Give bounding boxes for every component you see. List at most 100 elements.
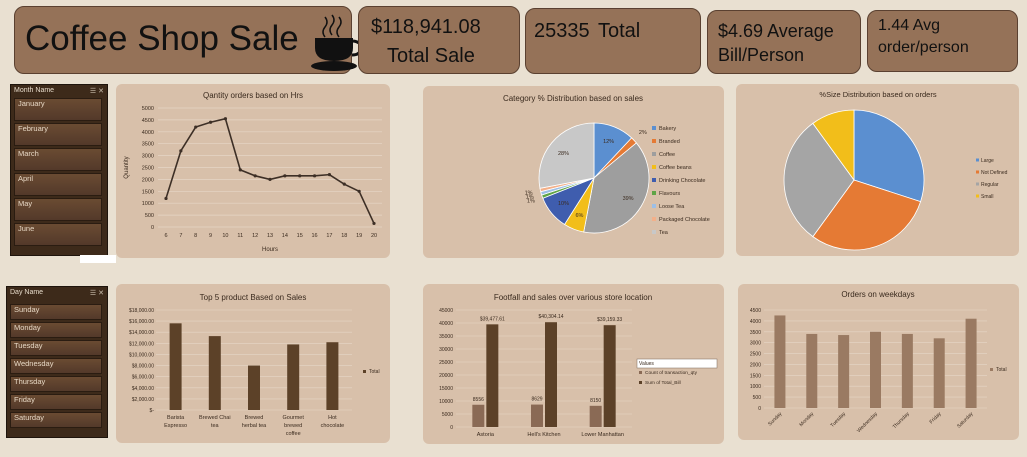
y-tick-label: 500	[753, 395, 762, 401]
data-point	[327, 173, 332, 177]
weekdays-chart-panel: Orders on weekdays 0 500 1000 1500 2000 2500 30…	[738, 284, 1019, 440]
x-tick-label: Tuesday	[829, 411, 847, 429]
legend-swatch	[652, 191, 656, 195]
x-tick-label: 19	[356, 233, 362, 239]
avg-order-card: 1.44 Avg order/person	[867, 10, 1018, 72]
x-tick-label: 13	[267, 233, 273, 239]
data-label: 8150	[590, 398, 601, 404]
avg-bill-card: $4.69 Average Bill/Person	[707, 10, 861, 74]
x-tick-label: Lower Manhattan	[581, 432, 624, 438]
slicer-item-february[interactable]: February	[14, 123, 102, 146]
legend-label: Sum of Total_Bill	[645, 380, 681, 386]
data-point	[179, 149, 183, 153]
data-point	[312, 174, 317, 178]
y-tick-label: 30000	[439, 347, 453, 353]
legend-label: Branded	[659, 139, 680, 145]
legend-label: Small	[981, 194, 994, 200]
bar	[965, 318, 977, 408]
data-label: 28%	[558, 151, 569, 157]
slicer-item-sunday[interactable]: Sunday	[10, 304, 102, 320]
x-tick-label: 9	[209, 233, 212, 239]
bar	[326, 342, 339, 410]
data-label: $39,159.33	[597, 317, 622, 323]
legend-swatch	[652, 152, 656, 156]
total-sale-label: Total Sale	[387, 45, 475, 67]
chart-title: Top 5 product Based on Sales	[200, 293, 307, 302]
slicer-item-friday[interactable]: Friday	[10, 394, 102, 410]
y-tick-label: 3500	[750, 330, 761, 336]
bar	[774, 315, 786, 408]
x-tick-label: Saturday	[956, 411, 975, 430]
slicer-item-january[interactable]: January	[14, 98, 102, 121]
y-tick-label: $12,000.00	[129, 341, 154, 347]
chart-title: %Size Distribution based on orders	[819, 90, 936, 99]
x-tick-label: 10	[222, 233, 228, 239]
x-tick-label: chocolate	[321, 423, 345, 429]
x-tick-label: Brewed Chai	[199, 415, 231, 421]
data-point	[208, 120, 213, 124]
hours-chart-panel: Qantity orders based on Hrs 0 500 1000 1500 2…	[116, 84, 390, 258]
legend-label: Large	[981, 158, 994, 164]
data-point	[253, 174, 257, 178]
data-label: 1%	[525, 191, 533, 197]
legend-swatch	[652, 139, 656, 143]
total-orders-value: 25335	[534, 20, 590, 42]
footfall-chart-panel: Footfall and sales over various store lo…	[423, 284, 724, 444]
x-tick-label: 11	[237, 233, 243, 239]
bar	[531, 404, 543, 427]
slicer-item-saturday[interactable]: Saturday	[10, 412, 102, 428]
data-point	[298, 174, 302, 178]
data-label: 12%	[603, 139, 614, 145]
y-tick-label: 45000	[439, 308, 453, 314]
slicer-item-may[interactable]: May	[14, 198, 102, 221]
legend-label: Tea	[659, 230, 669, 236]
slicer-gap	[80, 255, 116, 263]
legend-label: Flavours	[659, 191, 680, 197]
clear-filter-icon[interactable]: ☰ ✕	[90, 289, 104, 297]
slicer-item-wednesday[interactable]: Wednesday	[10, 358, 102, 374]
x-tick-label: Gourmet	[282, 415, 304, 421]
legend-label: Loose Tea	[659, 204, 685, 210]
bar	[901, 333, 913, 408]
category-chart-panel: Category % Distribution based on sales 12…	[423, 86, 724, 258]
top5-bar-chart: Top 5 product Based on Sales $- $2,000.00 $…	[129, 293, 380, 437]
clear-filter-icon[interactable]: ☰ ✕	[90, 87, 104, 95]
day-slicer-header: Day Name ☰ ✕	[10, 289, 104, 297]
x-tick-label: 14	[282, 233, 288, 239]
y-tick-label: 3500	[142, 142, 154, 148]
x-tick-label: Thursday	[892, 411, 911, 430]
x-tick-label: coffee	[286, 431, 301, 437]
y-tick-label: 500	[145, 213, 154, 219]
x-tick-label: Brewed	[245, 415, 264, 421]
bar	[287, 344, 300, 410]
slicer-item-tuesday[interactable]: Tuesday	[10, 340, 102, 356]
hours-line-chart: Qantity orders based on Hrs 0 500 1000 1500 2…	[124, 91, 382, 253]
slicer-item-thursday[interactable]: Thursday	[10, 376, 102, 392]
x-tick-label: Wednesday	[856, 411, 879, 434]
data-label: 39%	[623, 196, 634, 202]
slicer-item-monday[interactable]: Monday	[10, 322, 102, 338]
legend-label: Count of transaction_qty	[645, 370, 698, 376]
y-tick-label: 3000	[142, 154, 154, 160]
total-orders-label: Total	[598, 20, 641, 42]
slicer-item-april[interactable]: April	[14, 173, 102, 196]
x-tick-label: 16	[312, 233, 318, 239]
legend-label: Coffee beans	[659, 165, 692, 171]
series-line	[165, 117, 375, 224]
y-tick-label: 2000	[142, 177, 154, 183]
bar	[486, 324, 499, 427]
slicer-item-march[interactable]: March	[14, 148, 102, 171]
y-tick-label: $8,000.00	[132, 364, 154, 370]
legend-label: Not Defined	[981, 170, 1008, 176]
data-point	[164, 196, 168, 201]
legend-swatch	[652, 230, 656, 234]
legend-swatch	[652, 204, 656, 208]
slicer-item-june[interactable]: June	[14, 223, 102, 246]
x-tick-label: 8	[194, 233, 197, 239]
y-tick-label: 4500	[142, 118, 154, 124]
bar	[472, 404, 485, 427]
legend-label: Drinking Chocolate	[659, 178, 705, 184]
y-tick-label: 4000	[142, 130, 154, 136]
legend-swatch	[976, 194, 979, 198]
month-slicer-header: Month Name ☰ ✕	[14, 87, 104, 95]
